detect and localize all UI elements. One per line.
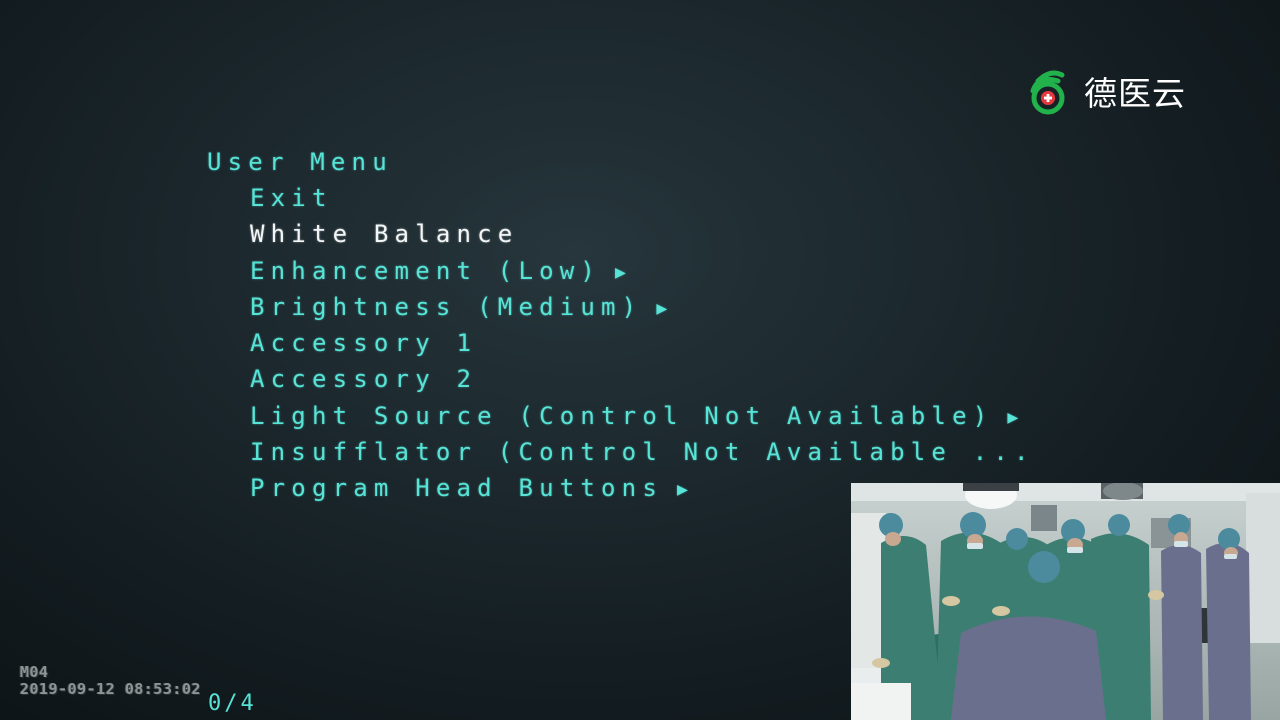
menu-item-label: Accessory 1 <box>250 329 478 358</box>
inset-video <box>851 483 1280 720</box>
menu-item[interactable]: White Balance <box>250 216 1107 252</box>
menu-item-label: White Balance <box>250 220 519 249</box>
page-counter: 0/4 <box>208 691 257 716</box>
menu-item[interactable]: Exit <box>250 180 1107 216</box>
menu-item-label: Accessory 2 <box>250 365 478 394</box>
menu-item[interactable]: Insufflator (Control Not Available ... <box>250 434 1107 470</box>
user-menu: User Menu Exit White Balance Enhancement (… <box>207 144 1107 507</box>
menu-item-label: Insufflator (Control Not Available ... <box>250 438 1035 467</box>
operating-room-video-feed <box>851 483 1280 720</box>
osd-overlay: M04 2019-09-12 08:53:02 <box>20 664 201 698</box>
submenu-arrow-icon: ▶ <box>656 297 668 319</box>
submenu-arrow-icon: ▶ <box>1007 406 1019 428</box>
endoscope-monitor-screen: 德医云 User Menu Exit White Balance Enhanceme… <box>0 0 1280 720</box>
menu-title: User Menu <box>207 148 393 176</box>
menu-item-list: Exit White Balance Enhancement (Low) ▶ Brigh… <box>207 180 1107 507</box>
submenu-arrow-icon: ▶ <box>615 261 626 283</box>
menu-item[interactable]: Brightness (Medium) ▶ <box>250 289 1107 325</box>
menu-item[interactable]: Accessory 2 <box>250 361 1107 397</box>
brand-logo: 德医云 <box>1028 66 1186 116</box>
menu-item-label: Light Source (Control Not Available) <box>250 401 994 430</box>
osd-mode: M04 <box>20 663 49 681</box>
osd-datetime: 2019-09-12 08:53:02 <box>20 680 202 698</box>
menu-item[interactable]: Enhancement (Low) ▶ <box>250 253 1107 289</box>
menu-item[interactable]: Accessory 1 <box>250 325 1107 361</box>
menu-item-label: Exit <box>250 184 333 212</box>
menu-item-label: Enhancement (Low) <box>250 256 602 285</box>
deyiyun-logo-icon <box>1030 70 1065 115</box>
menu-item-label: Program Head Buttons <box>250 474 663 503</box>
menu-item-label: Brightness (Medium) <box>250 292 643 321</box>
submenu-arrow-icon: ▶ <box>676 479 688 501</box>
brand-name: 德医云 <box>1084 74 1186 113</box>
menu-item[interactable]: Light Source (Control Not Available) ▶ <box>250 398 1107 434</box>
